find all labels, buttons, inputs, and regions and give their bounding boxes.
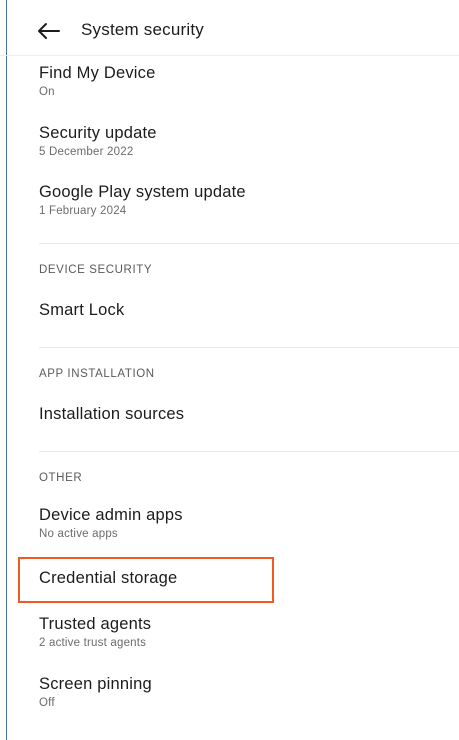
setting-subtitle: 5 December 2022 [39, 146, 134, 158]
setting-title: Google Play system update [39, 183, 246, 201]
divider [39, 347, 459, 348]
setting-subtitle: Off [39, 697, 55, 709]
setting-subtitle: 2 active trust agents [39, 637, 147, 649]
setting-device-admin-apps[interactable]: Device admin apps No active apps [39, 505, 459, 542]
setting-title: Security update [39, 124, 157, 142]
setting-subtitle: No active apps [39, 528, 118, 540]
setting-smart-lock[interactable]: Smart Lock [39, 300, 459, 320]
divider [39, 243, 459, 244]
setting-title: Find My Device [39, 64, 156, 82]
arrow-back-icon[interactable] [37, 22, 61, 40]
section-header-device-security: DEVICE SECURITY [39, 264, 153, 276]
app-bar: System security [0, 0, 459, 56]
setting-title: Smart Lock [39, 301, 125, 319]
setting-title: Device admin apps [39, 506, 183, 524]
setting-trusted-agents[interactable]: Trusted agents 2 active trust agents [39, 614, 459, 651]
highlight-box [18, 557, 274, 603]
setting-installation-sources[interactable]: Installation sources [39, 404, 459, 424]
section-header-app-installation: APP INSTALLATION [39, 368, 155, 380]
setting-find-my-device[interactable]: Find My Device On [39, 63, 459, 100]
setting-title: Screen pinning [39, 675, 152, 693]
divider [39, 451, 459, 452]
page-title: System security [81, 20, 204, 39]
setting-play-system-update[interactable]: Google Play system update 1 February 202… [39, 182, 459, 219]
setting-subtitle: On [39, 86, 55, 98]
setting-title: Trusted agents [39, 615, 152, 633]
window-left-edge [6, 0, 7, 740]
setting-title: Installation sources [39, 405, 185, 423]
setting-screen-pinning[interactable]: Screen pinning Off [39, 674, 459, 711]
setting-security-update[interactable]: Security update 5 December 2022 [39, 123, 459, 160]
setting-subtitle: 1 February 2024 [39, 205, 127, 217]
section-header-other: OTHER [39, 472, 83, 484]
